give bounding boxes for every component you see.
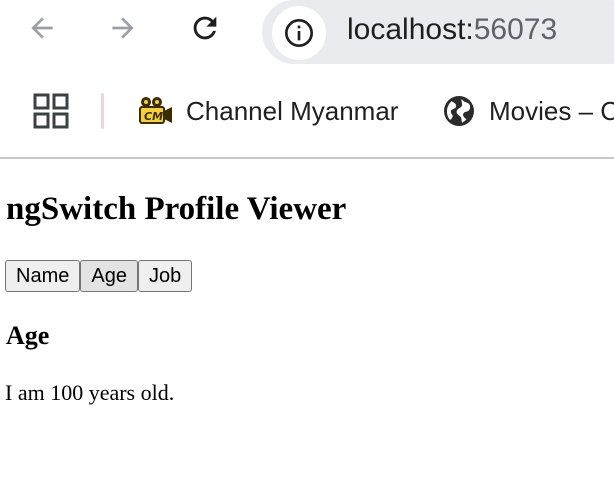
globe-icon — [444, 96, 474, 126]
section-title: Age — [6, 321, 50, 350]
info-icon — [285, 19, 313, 47]
job-button[interactable]: Job — [137, 260, 193, 292]
age-button[interactable]: Age — [80, 260, 138, 292]
arrow-right-icon — [112, 17, 134, 39]
bookmark-channel-myanmar[interactable]: CM Channel Myanmar — [138, 88, 398, 134]
reload-icon — [193, 16, 217, 40]
name-button[interactable]: Name — [5, 260, 81, 292]
reload-button[interactable] — [183, 6, 227, 50]
apps-grid-icon — [33, 93, 69, 129]
section-text: I am 100 years old. — [5, 380, 175, 405]
url-host: localhost: — [347, 13, 474, 46]
site-info-button[interactable] — [272, 6, 326, 60]
profile-button-group: Name Age Job — [5, 260, 193, 292]
bookmark-separator — [101, 93, 104, 129]
bookmark-movies[interactable]: Movies – C — [441, 88, 614, 134]
page-title: ngSwitch Profile Viewer — [6, 191, 347, 227]
forward-button[interactable] — [101, 6, 145, 50]
browser-chrome: localhost:56073 CM Channel Myanmar Movie… — [0, 0, 614, 159]
film-camera-icon: CM — [139, 97, 172, 124]
url-text[interactable]: localhost:56073 — [347, 10, 557, 50]
apps-button[interactable] — [30, 90, 72, 132]
page-content: ngSwitch Profile Viewer Name Age Job Age… — [0, 159, 614, 494]
back-button[interactable] — [20, 6, 64, 50]
url-port: 56073 — [473, 13, 558, 46]
bookmark-label: Movies – C — [489, 95, 614, 126]
bookmark-label: Channel Myanmar — [186, 95, 399, 126]
arrow-left-icon — [31, 17, 53, 39]
svg-text:CM: CM — [144, 110, 163, 123]
